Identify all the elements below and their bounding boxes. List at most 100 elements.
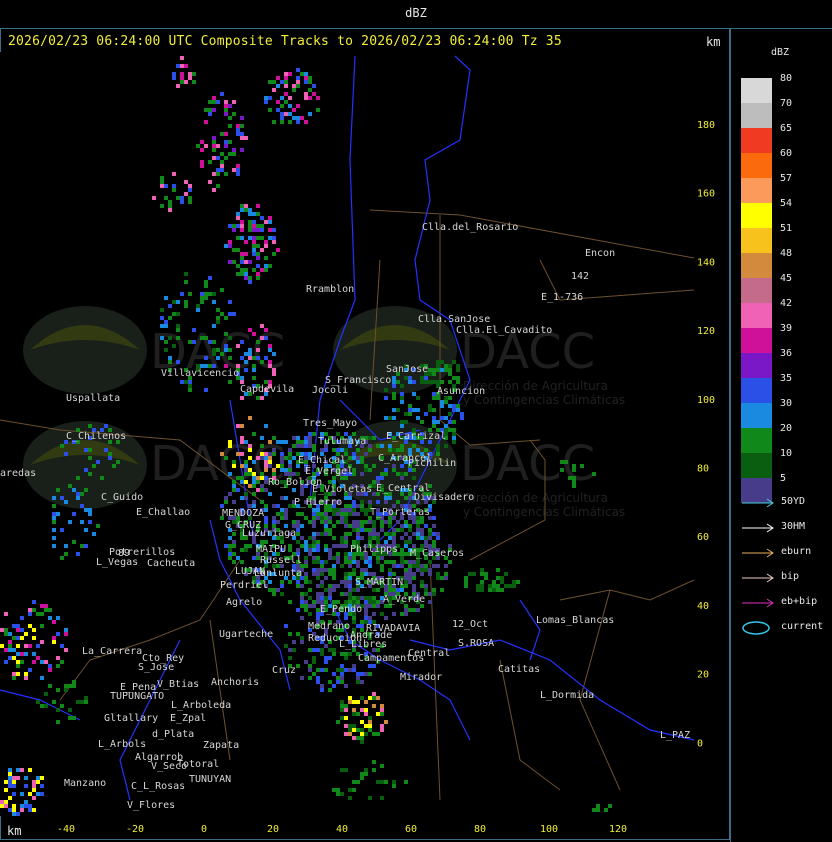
place-label: MENDOZA — [222, 508, 264, 519]
place-label: Lomas_Blancas — [536, 615, 614, 626]
x-tick-label: 100 — [540, 824, 558, 835]
place-label: Cacheuta — [147, 558, 195, 569]
place-label: S.ROSA — [458, 638, 494, 649]
place-label: S_MARTIN — [355, 577, 403, 588]
place-label: Tres_Mayo — [303, 418, 357, 429]
place-label: Jocoli — [312, 385, 348, 396]
y-tick-label: 80 — [697, 464, 709, 475]
place-label: Clla.del_Rosario — [422, 222, 518, 233]
km-unit-top: km — [706, 35, 721, 49]
place-label: C_L_Rosas — [131, 781, 185, 792]
place-label: Gltallary — [104, 713, 158, 724]
place-label: TUPUNGATO — [110, 691, 164, 702]
legend-label: 39 — [780, 323, 793, 334]
x-tick-label: -20 — [126, 824, 144, 835]
place-label: Luzuriaga — [242, 528, 296, 539]
place-label: 142 — [571, 271, 589, 282]
legend-label: 54 — [780, 198, 793, 209]
radar-map[interactable]: DACC DACC Dirección de Agricultura y Con… — [0, 52, 730, 842]
place-label: Medrano — [308, 621, 350, 632]
place-label: 89 — [118, 548, 130, 559]
x-tick-label: 80 — [474, 824, 486, 835]
place-label: Totoral — [177, 759, 219, 770]
legend-label: 42 — [780, 298, 793, 309]
place-label: Philipps — [350, 544, 398, 555]
watermark-line2: y Contingencias Climáticas — [463, 393, 625, 407]
track-arrow-icon — [742, 498, 774, 508]
legend-swatch-20 — [741, 428, 772, 453]
place-label: Clla.SanJose — [418, 314, 490, 325]
place-label: A_Verde — [383, 594, 425, 605]
place-label: TUNUYAN — [189, 774, 231, 785]
legend-swatch-10 — [741, 453, 772, 478]
track-arrow-icon — [742, 598, 774, 608]
legend-label: 80 — [780, 73, 793, 84]
legend-label: 45 — [780, 273, 793, 284]
y-tick-label: 60 — [697, 532, 709, 543]
y-tick-label: 20 — [697, 670, 709, 681]
place-label: Andrade — [350, 630, 392, 641]
legend-label: 20 — [780, 423, 793, 434]
legend-swatch-51 — [741, 228, 772, 253]
legend-label: 30 — [780, 398, 793, 409]
legend-title: dBZ — [771, 47, 790, 58]
place-label: Capdevila — [240, 384, 294, 395]
legend-swatch-54 — [741, 203, 772, 228]
y-tick-label: 0 — [697, 738, 703, 749]
x-tick-label: 20 — [267, 824, 279, 835]
x-tick-label: 0 — [201, 824, 207, 835]
place-label: E_Chical — [298, 455, 346, 466]
place-label: E_Zpal — [170, 713, 206, 724]
place-label: Cruz — [272, 665, 296, 676]
track-label: 30HM — [781, 521, 806, 532]
legend-swatch-35 — [741, 378, 772, 403]
legend-label: 5 — [780, 473, 787, 484]
place-label: V_Flores — [127, 800, 175, 811]
track-label: eb+bip — [781, 596, 818, 607]
track-arrow-icon — [742, 573, 774, 583]
track-label: current — [781, 621, 824, 632]
place-label: SanJose — [386, 364, 428, 375]
place-label: E_Vergel — [305, 466, 353, 477]
y-tick-label: 140 — [697, 257, 715, 268]
legend-label: 65 — [780, 123, 793, 134]
place-label: L_Dormida — [540, 690, 594, 701]
legend-label: 36 — [780, 348, 793, 359]
place-label: E_Challao — [136, 507, 190, 518]
track-arrow-icon — [742, 523, 774, 533]
place-label: M_Caseros — [410, 548, 464, 559]
y-axis-ticks: 180 160 140 120 100 80 60 40 20 0 — [697, 120, 715, 749]
place-label: S_Jose — [138, 662, 174, 673]
x-tick-label: 40 — [336, 824, 348, 835]
place-label: La_Carrera — [82, 646, 142, 657]
place-label: C_Chilenos — [66, 431, 126, 442]
legend-swatch-70 — [741, 103, 772, 128]
x-tick-label: 60 — [405, 824, 417, 835]
place-label: Russell — [260, 555, 302, 566]
track-label: eburn — [781, 546, 812, 557]
place-label: Agrelo — [226, 597, 262, 608]
place-label: Manzano — [64, 778, 106, 789]
legend-label: 70 — [780, 98, 793, 109]
watermark-line2: y Contingencias Climáticas — [463, 505, 625, 519]
place-label: Divisadero — [414, 492, 474, 503]
place-label: d_Plata — [152, 729, 194, 740]
track-arrow-icon — [742, 548, 774, 558]
place-label: Lunlunta — [254, 568, 302, 579]
place-label: Villavicencio — [161, 368, 239, 379]
legend-label: 57 — [780, 173, 793, 184]
track-label: 50YD — [781, 496, 806, 507]
place-label: E_1-736 — [541, 292, 583, 303]
place-label: Pichilin — [408, 458, 456, 469]
place-label: aredas — [0, 468, 36, 479]
legend-label: 35 — [780, 373, 793, 384]
place-label: 12_Oct — [452, 619, 488, 630]
place-label: Perdriel — [220, 580, 268, 591]
legend-swatch-42 — [741, 303, 772, 328]
place-label: T_Porteras — [370, 507, 430, 518]
legend-label: 10 — [780, 448, 793, 459]
legend-swatch-45 — [741, 278, 772, 303]
place-label: Clla.El_Cavadito — [456, 325, 552, 336]
legend-swatch-48 — [741, 253, 772, 278]
place-label: MAIPU — [256, 544, 286, 555]
